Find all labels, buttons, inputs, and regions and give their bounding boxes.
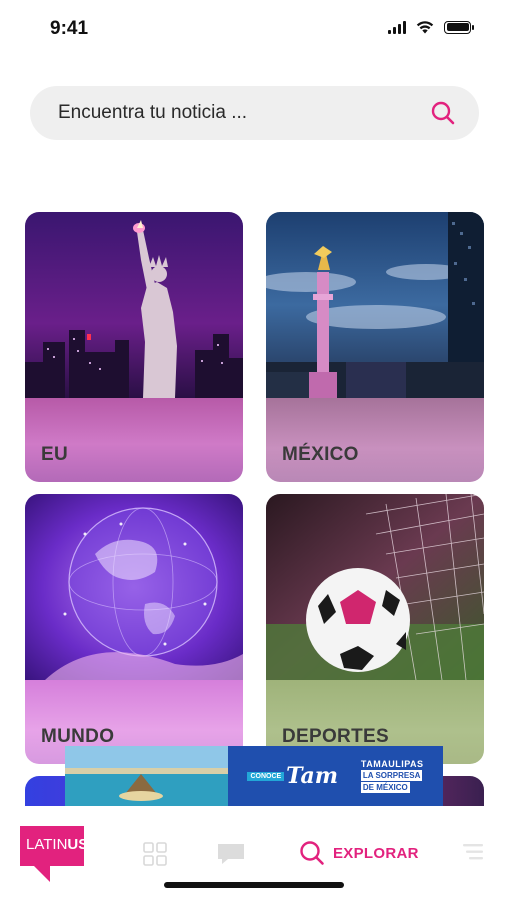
soccer-ball-image [266, 494, 484, 680]
logo-text-latin: LATIN [26, 836, 68, 853]
digital-globe-image [25, 494, 243, 680]
logo-text-us: US [67, 836, 89, 853]
chat-icon[interactable] [216, 842, 246, 871]
status-time: 9:41 [50, 18, 89, 39]
card-label-eu: EU [41, 444, 68, 465]
search-input[interactable]: Encuentra tu noticia ... [58, 102, 429, 124]
ad-tagline: TAMAULIPAS LA SORPRESA DE MÉXICO [360, 759, 424, 793]
menu-icon[interactable] [463, 843, 483, 866]
ad-tagline-line1: TAMAULIPAS [360, 759, 424, 769]
statue-of-liberty-image [25, 212, 243, 398]
card-label-area: EU [25, 398, 243, 482]
search-icon[interactable] [429, 99, 457, 127]
ad-logo: Tam [286, 763, 338, 789]
ad-panel: CONOCE Tam TAMAULIPAS LA SORPRESA DE MÉX… [228, 746, 443, 806]
ad-brand: CONOCE Tam [247, 763, 338, 789]
card-label-mundo: MUNDO [41, 726, 115, 747]
battery-icon [444, 20, 474, 34]
category-card-deportes[interactable]: DEPORTES [266, 494, 484, 764]
category-card-mexico[interactable]: MÉXICO [266, 212, 484, 482]
latinus-logo[interactable]: LATINUS [20, 826, 88, 884]
card-label-mexico: MÉXICO [282, 444, 359, 465]
ad-tagline-line3: DE MÉXICO [360, 782, 410, 793]
category-card-eu[interactable]: EU [25, 212, 243, 482]
ad-prefix: CONOCE [247, 771, 285, 781]
ad-tagline-line2: LA SORPRESA [360, 770, 423, 781]
search-bar[interactable]: Encuentra tu noticia ... [30, 86, 479, 140]
latinus-logo-text: LATINUS [26, 836, 88, 853]
signal-icon [388, 20, 406, 34]
ad-beach-photo [65, 746, 228, 806]
ad-banner[interactable]: CONOCE Tam TAMAULIPAS LA SORPRESA DE MÉX… [65, 746, 443, 806]
home-indicator[interactable] [164, 882, 344, 888]
status-icons [388, 20, 474, 34]
search-icon [300, 841, 324, 865]
card-label-area: MÉXICO [266, 398, 484, 482]
nav-explore-button[interactable]: EXPLORAR [299, 840, 419, 866]
angel-independencia-image [266, 212, 484, 398]
home-grid-icon[interactable] [143, 842, 167, 871]
card-label-deportes: DEPORTES [282, 726, 389, 747]
status-bar: 9:41 [0, 0, 507, 60]
category-card-mundo[interactable]: MUNDO [25, 494, 243, 764]
nav-explore-label: EXPLORAR [333, 844, 419, 862]
wifi-icon [416, 21, 434, 34]
